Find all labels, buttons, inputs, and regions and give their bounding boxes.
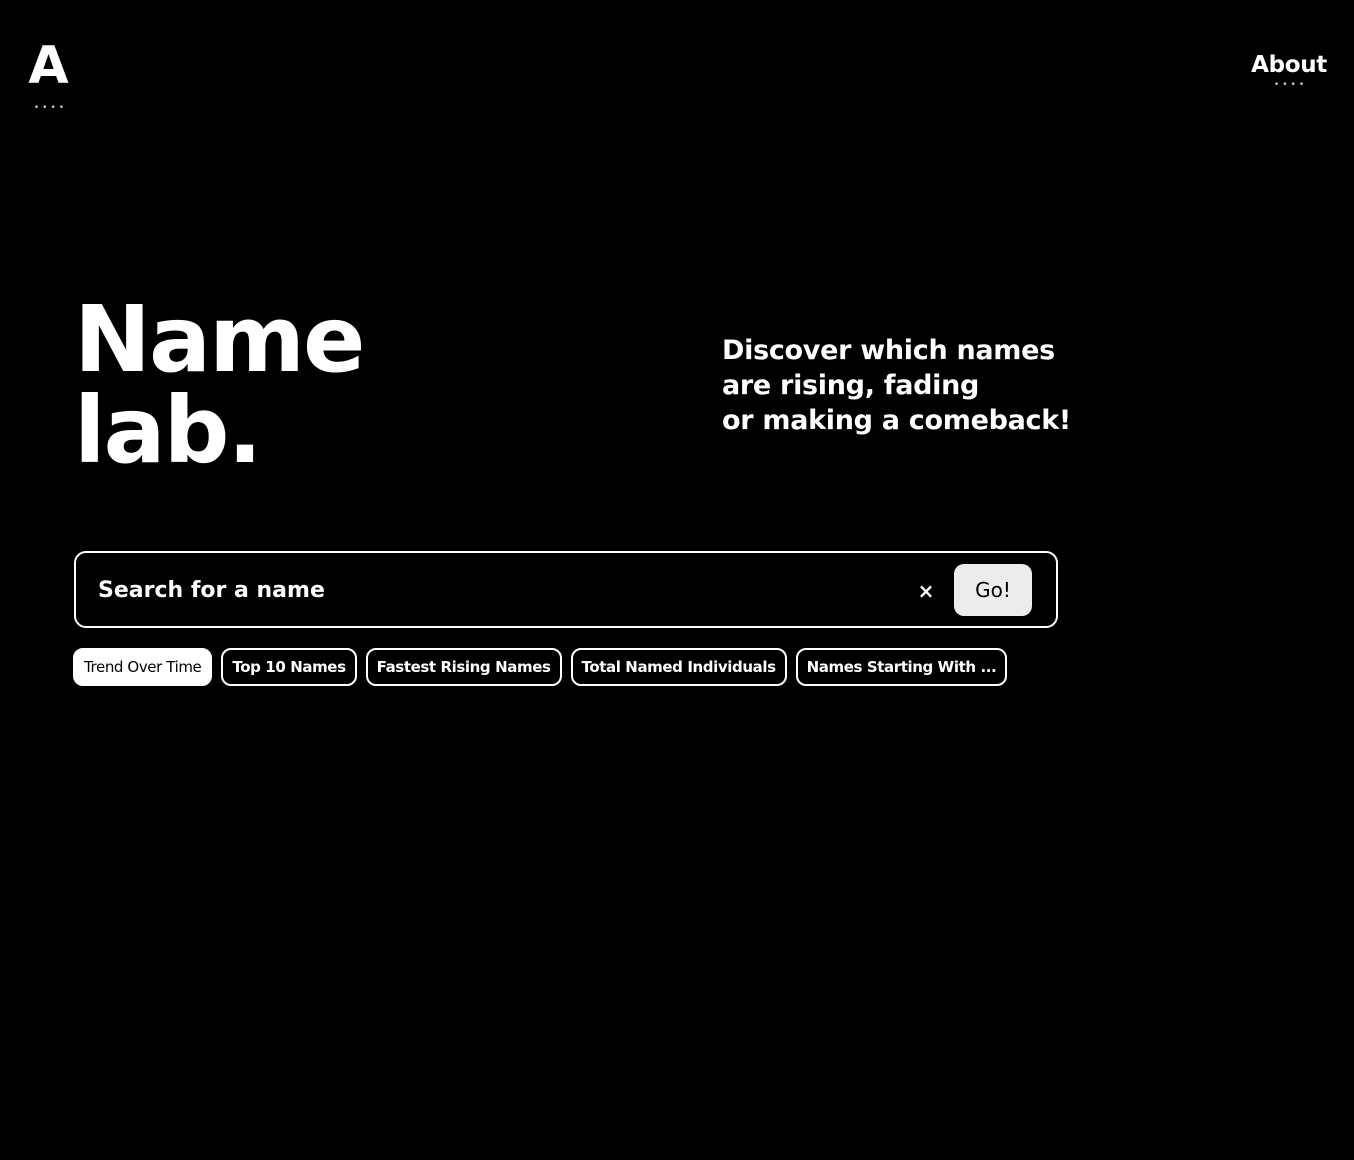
search-bar: × Go! (74, 551, 1058, 628)
tab-names-starting-with[interactable]: Names Starting With ... (795, 648, 1008, 686)
logo-dots: •••• (33, 103, 68, 113)
clear-search-button[interactable]: × (912, 577, 940, 605)
tagline: Discover which names are rising, fading … (722, 333, 1071, 438)
about-link[interactable]: About •••• (1251, 50, 1327, 90)
tab-total-named-individuals[interactable]: Total Named Individuals (570, 648, 787, 686)
page-title: Name lab. (74, 286, 365, 484)
about-dots: •••• (1273, 80, 1308, 90)
about-label: About (1251, 52, 1327, 78)
home-logo-link[interactable]: A •••• (26, 38, 72, 113)
tab-fastest-rising-names[interactable]: Fastest Rising Names (365, 648, 562, 686)
tagline-line-2: are rising, fading (722, 370, 980, 401)
search-input[interactable] (98, 565, 898, 615)
tab-top-10-names[interactable]: Top 10 Names (221, 648, 357, 686)
page-title-line-2: lab. (74, 377, 262, 484)
go-button[interactable]: Go! (954, 564, 1032, 616)
view-tabs: Trend Over Time Top 10 Names Fastest Ris… (73, 648, 1008, 686)
tab-trend-over-time[interactable]: Trend Over Time (73, 648, 213, 686)
tagline-line-3: or making a comeback! (722, 405, 1071, 436)
tagline-line-1: Discover which names (722, 335, 1055, 366)
logo: A (28, 36, 68, 96)
page-title-line-1: Name (74, 286, 365, 393)
